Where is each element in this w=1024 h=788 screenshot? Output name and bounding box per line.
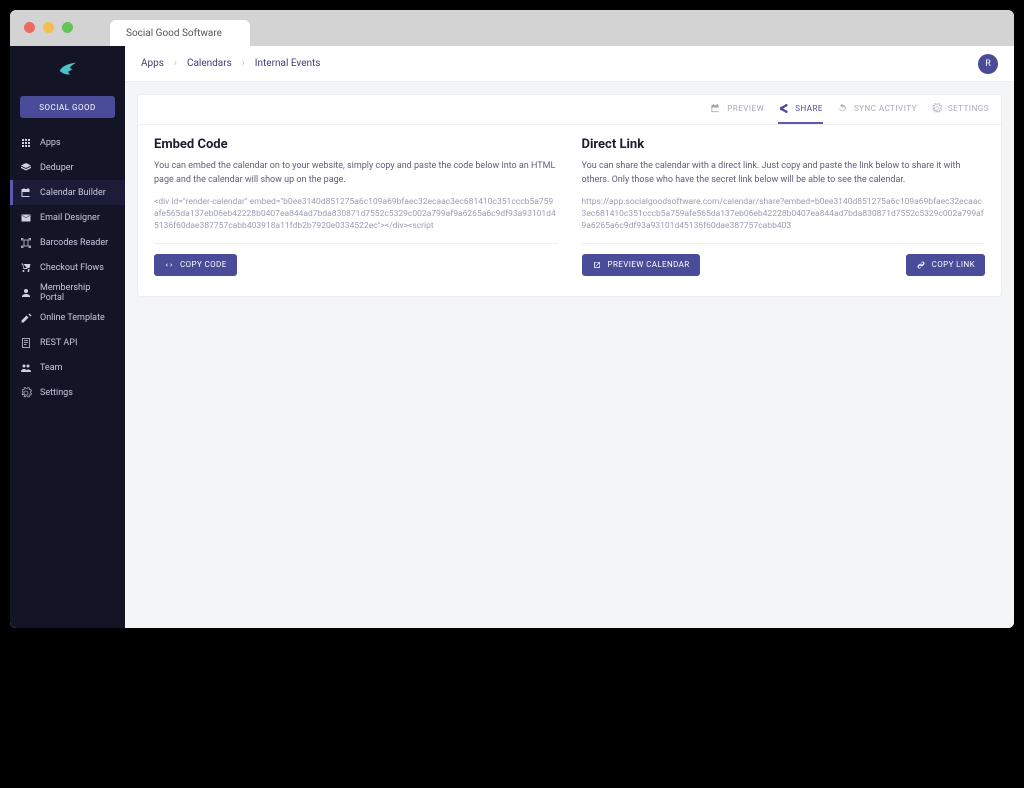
maximize-icon[interactable] xyxy=(62,22,73,33)
chevron-right-icon: › xyxy=(242,58,245,69)
window-controls xyxy=(24,22,73,33)
sidebar-item-deduper[interactable]: Deduper xyxy=(10,155,125,180)
subtabs: PREVIEW SHARE SYNC ACTIVITY xyxy=(710,95,989,124)
brand-button-label: SOCIAL GOOD xyxy=(39,103,95,112)
sidebar-item-label: Settings xyxy=(40,388,73,398)
tab-share[interactable]: SHARE xyxy=(778,95,823,124)
mail-icon xyxy=(20,212,32,224)
browser-window: Social Good Software SOCIAL GOOD Apps De… xyxy=(10,10,1014,628)
sidebar-item-label: REST API xyxy=(40,338,77,348)
topbar: Apps › Calendars › Internal Events R xyxy=(125,46,1014,82)
breadcrumb-link[interactable]: Calendars xyxy=(187,58,232,69)
subtab-label: SYNC ACTIVITY xyxy=(854,104,917,113)
card-toolbar: PREVIEW SHARE SYNC ACTIVITY xyxy=(138,95,1001,125)
button-label: PREVIEW CALENDAR xyxy=(608,260,690,269)
sidebar-item-label: Calendar Builder xyxy=(40,188,106,198)
copy-code-button[interactable]: COPY CODE xyxy=(154,254,237,276)
hummingbird-icon xyxy=(57,59,79,81)
sidebar-item-calendar-builder[interactable]: Calendar Builder xyxy=(10,180,125,205)
embed-title: Embed Code xyxy=(154,137,558,152)
sidebar-item-barcodes-reader[interactable]: Barcodes Reader xyxy=(10,230,125,255)
sidebar-item-label: Membership Portal xyxy=(40,283,115,303)
browser-tab[interactable]: Social Good Software xyxy=(110,20,250,46)
sidebar: SOCIAL GOOD Apps Deduper Calendar Builde… xyxy=(10,46,125,628)
tab-title: Social Good Software xyxy=(126,28,222,39)
sidebar-item-apps[interactable]: Apps xyxy=(10,130,125,155)
sidebar-item-label: Checkout Flows xyxy=(40,263,104,273)
button-label: COPY CODE xyxy=(180,260,227,269)
subtab-label: SHARE xyxy=(795,104,823,113)
button-label: COPY LINK xyxy=(932,260,975,269)
avatar[interactable]: R xyxy=(978,54,998,74)
subtab-label: SETTINGS xyxy=(948,104,989,113)
link-icon xyxy=(916,260,926,270)
barcode-icon xyxy=(20,237,32,249)
minimize-icon[interactable] xyxy=(43,22,54,33)
gear-icon xyxy=(931,103,942,114)
direct-link-text[interactable]: https://app.socialgoodsoftware.com/calen… xyxy=(582,197,986,244)
logo xyxy=(10,46,125,94)
sidebar-item-rest-api[interactable]: REST API xyxy=(10,330,125,355)
breadcrumb-link[interactable]: Apps xyxy=(141,58,164,69)
code-icon xyxy=(164,260,174,270)
preview-calendar-button[interactable]: PREVIEW CALENDAR xyxy=(582,254,700,276)
brand-button[interactable]: SOCIAL GOOD xyxy=(20,96,115,118)
share-card: PREVIEW SHARE SYNC ACTIVITY xyxy=(137,94,1002,297)
direct-link-section: Direct Link You can share the calendar w… xyxy=(582,137,986,276)
grid-icon xyxy=(20,137,32,149)
tab-preview[interactable]: PREVIEW xyxy=(710,95,764,124)
pen-icon xyxy=(20,312,32,324)
sidebar-nav: Apps Deduper Calendar Builder Email Desi… xyxy=(10,130,125,405)
share-icon xyxy=(778,103,789,114)
embed-code-text[interactable]: <div id="render-calendar" embed="b0ee314… xyxy=(154,197,558,244)
chevron-right-icon: › xyxy=(174,58,177,69)
sidebar-item-email-designer[interactable]: Email Designer xyxy=(10,205,125,230)
calendar-icon xyxy=(20,187,32,199)
main-area: Apps › Calendars › Internal Events R xyxy=(125,46,1014,628)
content: PREVIEW SHARE SYNC ACTIVITY xyxy=(125,82,1014,628)
titlebar: Social Good Software xyxy=(10,10,1014,46)
user-icon xyxy=(20,287,32,299)
avatar-initial: R xyxy=(985,59,991,69)
tab-sync-activity[interactable]: SYNC ACTIVITY xyxy=(837,95,917,124)
sidebar-item-label: Online Template xyxy=(40,313,105,323)
subtab-label: PREVIEW xyxy=(727,104,764,113)
sidebar-item-label: Email Designer xyxy=(40,213,100,223)
sidebar-item-checkout-flows[interactable]: Checkout Flows xyxy=(10,255,125,280)
direct-description: You can share the calendar with a direct… xyxy=(582,160,986,187)
sidebar-item-label: Team xyxy=(40,363,63,373)
card-body: Embed Code You can embed the calendar on… xyxy=(138,125,1001,296)
direct-title: Direct Link xyxy=(582,137,986,152)
copy-link-button[interactable]: COPY LINK xyxy=(906,254,985,276)
sidebar-item-label: Deduper xyxy=(40,163,74,173)
open-icon xyxy=(592,260,602,270)
breadcrumb: Apps › Calendars › Internal Events xyxy=(141,58,320,69)
team-icon xyxy=(20,362,32,374)
sidebar-item-label: Barcodes Reader xyxy=(40,238,108,248)
sidebar-item-team[interactable]: Team xyxy=(10,355,125,380)
api-icon xyxy=(20,337,32,349)
embed-section: Embed Code You can embed the calendar on… xyxy=(154,137,558,276)
embed-description: You can embed the calendar on to your we… xyxy=(154,160,558,187)
calendar-icon xyxy=(710,103,721,114)
app-shell: SOCIAL GOOD Apps Deduper Calendar Builde… xyxy=(10,46,1014,628)
sidebar-item-online-template[interactable]: Online Template xyxy=(10,305,125,330)
cart-icon xyxy=(20,262,32,274)
sidebar-item-label: Apps xyxy=(40,138,61,148)
sidebar-item-settings[interactable]: Settings xyxy=(10,380,125,405)
gear-icon xyxy=(20,387,32,399)
tab-settings[interactable]: SETTINGS xyxy=(931,95,989,124)
close-icon[interactable] xyxy=(24,22,35,33)
sync-icon xyxy=(837,103,848,114)
layers-icon xyxy=(20,162,32,174)
breadcrumb-current: Internal Events xyxy=(255,58,321,69)
sidebar-item-membership-portal[interactable]: Membership Portal xyxy=(10,280,125,305)
